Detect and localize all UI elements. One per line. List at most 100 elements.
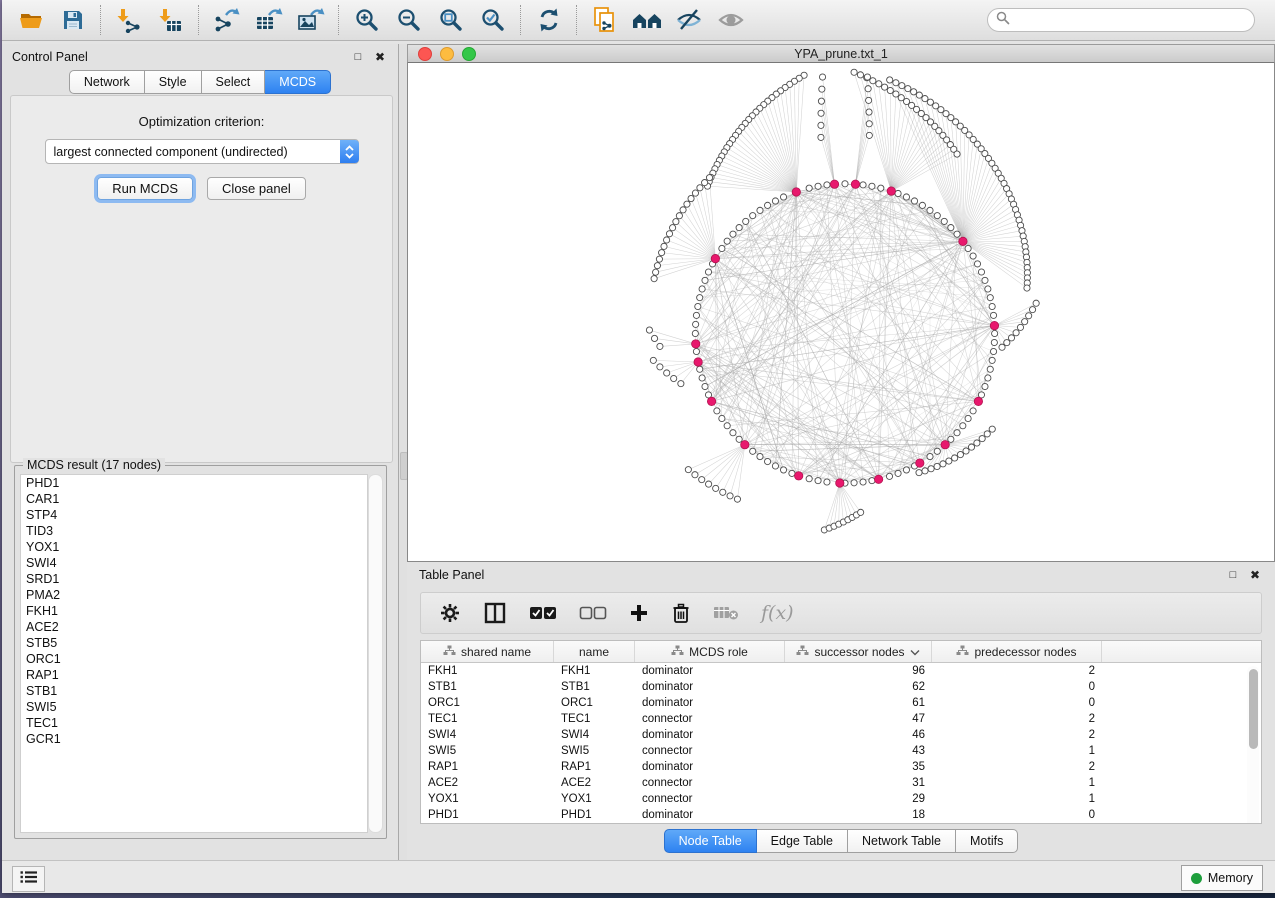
- show-graphics-details-button[interactable]: [714, 4, 748, 36]
- import-table-button[interactable]: [154, 4, 188, 36]
- table-row[interactable]: RAP1RAP1dominator352: [421, 759, 1261, 775]
- table-scrollbar[interactable]: [1247, 666, 1259, 824]
- mcds-result-item[interactable]: SWI5: [26, 699, 367, 715]
- mcds-result-item[interactable]: SWI4: [26, 555, 367, 571]
- table-cell: dominator: [635, 679, 785, 695]
- zoom-fit-button[interactable]: [434, 4, 468, 36]
- tab-network[interactable]: Network: [69, 70, 145, 94]
- mcds-result-item[interactable]: STB1: [26, 683, 367, 699]
- select-all-icon[interactable]: [529, 605, 557, 621]
- mcds-result-item[interactable]: CAR1: [26, 491, 367, 507]
- export-table-icon: [255, 7, 283, 33]
- criterion-selected-value: largest connected component (undirected): [46, 145, 340, 159]
- column-header-name[interactable]: name: [554, 641, 635, 662]
- memory-button[interactable]: Memory: [1181, 865, 1263, 891]
- mcds-result-item[interactable]: ORC1: [26, 651, 367, 667]
- new-network-from-selection-button[interactable]: [588, 4, 622, 36]
- apply-layout-button[interactable]: [532, 4, 566, 36]
- column-header-successor-nodes[interactable]: successor nodes: [785, 641, 932, 662]
- table-tab-motifs[interactable]: Motifs: [956, 829, 1018, 853]
- show-graphics-details-icon: [717, 8, 745, 32]
- table-row[interactable]: PHD1PHD1dominator180: [421, 807, 1261, 823]
- first-neighbors-icon: [631, 8, 663, 32]
- attribute-type-icon: [671, 645, 684, 659]
- import-network-button[interactable]: [112, 4, 146, 36]
- table-row[interactable]: TEC1TEC1connector472: [421, 711, 1261, 727]
- tab-mcds[interactable]: MCDS: [265, 70, 331, 94]
- table-settings-icon[interactable]: [439, 602, 461, 624]
- table-tab-node-table[interactable]: Node Table: [664, 829, 757, 853]
- mcds-result-item[interactable]: ACE2: [26, 619, 367, 635]
- mcds-result-item[interactable]: STB5: [26, 635, 367, 651]
- mcds-result-item[interactable]: RAP1: [26, 667, 367, 683]
- table-cell: 2: [932, 759, 1102, 775]
- run-mcds-button[interactable]: Run MCDS: [97, 177, 193, 200]
- column-label: predecessor nodes: [974, 645, 1076, 659]
- table-cell: YOX1: [554, 791, 635, 807]
- table-body: FKH1FKH1dominator962STB1STB1dominator620…: [421, 663, 1261, 823]
- table-row[interactable]: STB1STB1dominator620: [421, 679, 1261, 695]
- network-canvas[interactable]: [407, 63, 1275, 562]
- mcds-result-item[interactable]: STP4: [26, 507, 367, 523]
- table-toolbar: f(x): [420, 592, 1262, 634]
- mcds-result-item[interactable]: PMA2: [26, 587, 367, 603]
- mcds-result-item[interactable]: FKH1: [26, 603, 367, 619]
- attribute-type-icon: [956, 645, 969, 659]
- mcds-list-scrollbar[interactable]: [368, 474, 383, 833]
- export-image-button[interactable]: [294, 4, 328, 36]
- table-row[interactable]: SWI5SWI5connector431: [421, 743, 1261, 759]
- table-row[interactable]: FKH1FKH1dominator962: [421, 663, 1261, 679]
- tab-select[interactable]: Select: [202, 70, 266, 94]
- mcds-result-item[interactable]: TID3: [26, 523, 367, 539]
- mcds-result-item[interactable]: YOX1: [26, 539, 367, 555]
- table-row[interactable]: ORC1ORC1dominator610: [421, 695, 1261, 711]
- toolbar-separator: [100, 5, 102, 35]
- first-neighbors-button[interactable]: [630, 4, 664, 36]
- table-cell: ORC1: [421, 695, 554, 711]
- export-table-button[interactable]: [252, 4, 286, 36]
- delete-column-icon[interactable]: [671, 602, 691, 624]
- close-table-panel-icon[interactable]: ✖: [1247, 567, 1263, 583]
- table-row[interactable]: YOX1YOX1connector291: [421, 791, 1261, 807]
- search-input[interactable]: [1015, 12, 1246, 28]
- optimization-criterion-select[interactable]: largest connected component (undirected): [45, 139, 359, 164]
- export-network-button[interactable]: [210, 4, 244, 36]
- control-panel-title: Control Panel: [12, 50, 88, 64]
- table-cell: FKH1: [421, 663, 554, 679]
- mcds-result-item[interactable]: PHD1: [26, 475, 367, 491]
- mcds-result-item[interactable]: TEC1: [26, 715, 367, 731]
- close-panel-icon[interactable]: ✖: [372, 49, 388, 65]
- zoom-selected-button[interactable]: [476, 4, 510, 36]
- float-panel-icon[interactable]: □: [350, 49, 366, 65]
- column-header-shared-name[interactable]: shared name: [421, 641, 554, 662]
- table-cell: 62: [785, 679, 932, 695]
- table-tab-network-table[interactable]: Network Table: [848, 829, 956, 853]
- table-cell: 1: [932, 743, 1102, 759]
- zoom-out-button[interactable]: [392, 4, 426, 36]
- column-header-predecessor-nodes[interactable]: predecessor nodes: [932, 641, 1102, 662]
- column-selector-icon[interactable]: [483, 602, 507, 624]
- hide-graphics-details-button[interactable]: [672, 4, 706, 36]
- vertical-splitter[interactable]: [399, 44, 407, 860]
- tab-style[interactable]: Style: [145, 70, 202, 94]
- float-table-panel-icon[interactable]: □: [1225, 567, 1241, 583]
- table-row[interactable]: SWI4SWI4dominator462: [421, 727, 1261, 743]
- table-cell: YOX1: [421, 791, 554, 807]
- table-tab-edge-table[interactable]: Edge Table: [757, 829, 848, 853]
- table-cell: 43: [785, 743, 932, 759]
- save-session-button[interactable]: [56, 4, 90, 36]
- task-history-button[interactable]: [12, 866, 45, 892]
- table-row[interactable]: ACE2ACE2connector311: [421, 775, 1261, 791]
- table-cell: 18: [785, 807, 932, 823]
- column-label: successor nodes: [814, 645, 904, 659]
- table-scrollbar-thumb[interactable]: [1249, 669, 1258, 749]
- deselect-all-icon[interactable]: [579, 605, 607, 621]
- add-column-icon[interactable]: [629, 603, 649, 623]
- mcds-result-item[interactable]: GCR1: [26, 731, 367, 747]
- mcds-result-item[interactable]: SRD1: [26, 571, 367, 587]
- close-panel-button[interactable]: Close panel: [207, 177, 306, 200]
- zoom-in-button[interactable]: [350, 4, 384, 36]
- open-file-button[interactable]: [14, 4, 48, 36]
- column-header-MCDS-role[interactable]: MCDS role: [635, 641, 785, 662]
- table-cell: 1: [932, 791, 1102, 807]
